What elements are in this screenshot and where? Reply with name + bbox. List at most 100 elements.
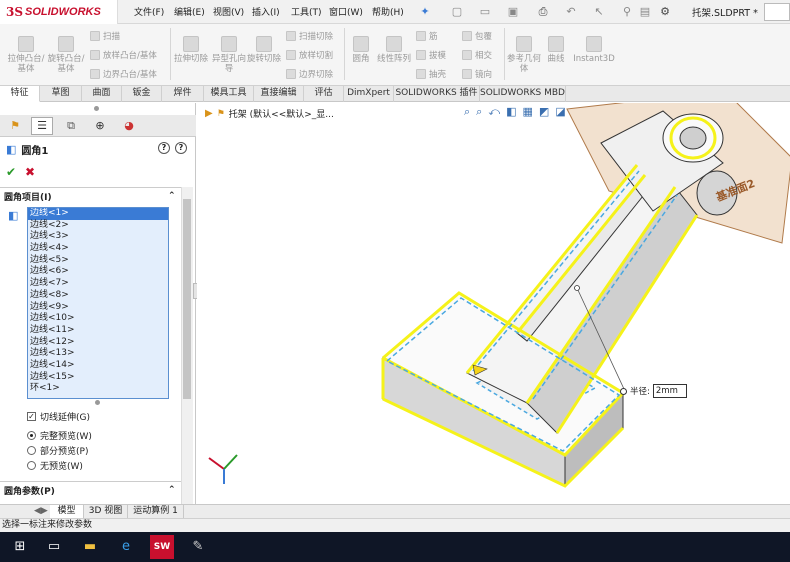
tab-weldments[interactable]: 焊件 bbox=[162, 86, 204, 102]
edge-list-item[interactable]: 边线<12> bbox=[28, 337, 168, 349]
tab-surfaces[interactable]: 曲面 bbox=[82, 86, 122, 102]
file-explorer-icon[interactable]: ▬ bbox=[78, 535, 102, 559]
edge-list-item[interactable]: 边线<1> bbox=[28, 208, 168, 220]
edge-list-item[interactable]: 边线<14> bbox=[28, 360, 168, 372]
fillet-button[interactable]: 圆角 bbox=[346, 36, 376, 64]
collapse-chevron-icon[interactable]: ⌃ bbox=[168, 191, 176, 201]
boundary-cut-button[interactable]: 边界切除 bbox=[286, 68, 333, 80]
tab-sketch[interactable]: 草图 bbox=[40, 86, 82, 102]
revolve-cut-button[interactable]: 旋转切除 bbox=[246, 36, 282, 64]
edge-list-item[interactable]: 边线<5> bbox=[28, 255, 168, 267]
save-icon[interactable]: ▣ bbox=[506, 5, 520, 19]
linear-pattern-button[interactable]: 线性阵列 bbox=[376, 36, 412, 64]
tangent-propagation-checkbox[interactable]: ✓ 切线延伸(G) bbox=[27, 410, 90, 423]
loft-boss-button[interactable]: 放样凸台/基体 bbox=[90, 49, 157, 61]
select-icon[interactable]: ↖ bbox=[592, 5, 606, 19]
fillet-items-section-header[interactable]: 圆角项目(I) ⌃ bbox=[0, 187, 181, 205]
tab-evaluate[interactable]: 评估 bbox=[304, 86, 344, 102]
boundary-boss-button[interactable]: 边界凸台/基体 bbox=[90, 68, 157, 80]
intersect-button[interactable]: 相交 bbox=[462, 49, 492, 61]
cancel-x-icon[interactable]: ✖ bbox=[25, 165, 35, 179]
dimxpert-tab-icon[interactable]: ⊕ bbox=[89, 117, 111, 135]
tab-features[interactable]: 特征 bbox=[0, 86, 40, 102]
model-canvas[interactable] bbox=[197, 103, 790, 518]
menu-insert[interactable]: 插入(I) bbox=[252, 5, 280, 18]
solidworks-taskbar-icon[interactable]: SW bbox=[150, 535, 174, 559]
revolve-boss-button[interactable]: 旋转凸台/基体 bbox=[46, 36, 86, 74]
edge-list-item[interactable]: 边线<6> bbox=[28, 266, 168, 278]
print-icon[interactable]: ⎙ bbox=[536, 5, 550, 19]
wrap-button[interactable]: 包覆 bbox=[462, 30, 492, 42]
checkbox-icon[interactable]: ✓ bbox=[27, 412, 36, 421]
radio-icon[interactable] bbox=[27, 446, 36, 455]
file-props-icon[interactable]: ▤ bbox=[638, 5, 652, 19]
edge-list-item[interactable]: 边线<11> bbox=[28, 325, 168, 337]
new-icon[interactable]: ▢ bbox=[450, 5, 464, 19]
shell-button[interactable]: 抽壳 bbox=[416, 68, 446, 80]
edge-list-item[interactable]: 边线<15> bbox=[28, 372, 168, 384]
tab-dimxpert[interactable]: DimXpert bbox=[344, 86, 394, 102]
tab-motion-study[interactable]: 运动算例 1 bbox=[128, 505, 184, 519]
windows-start-icon[interactable]: ⊞ bbox=[8, 535, 32, 559]
zoom-fit-icon[interactable]: ⌕ bbox=[464, 105, 470, 119]
tab-scroll-arrows-icon[interactable]: ◀▶ bbox=[34, 506, 48, 516]
boss-hole[interactable] bbox=[679, 126, 707, 150]
search-help-box[interactable] bbox=[764, 3, 790, 21]
edge-list-item[interactable]: 边线<8> bbox=[28, 290, 168, 302]
swept-cut-button[interactable]: 扫描切除 bbox=[286, 30, 333, 42]
undo-icon[interactable]: ↶ bbox=[564, 5, 578, 19]
feature-tree-tab-icon[interactable]: ⚑ bbox=[4, 117, 26, 135]
display-style-icon[interactable]: ◪ bbox=[555, 105, 565, 119]
tab-addins[interactable]: SOLIDWORKS 插件 bbox=[394, 86, 480, 102]
expand-arrow-icon[interactable]: ▶ bbox=[205, 108, 213, 119]
help-icon[interactable]: ? bbox=[158, 142, 170, 154]
lofted-cut-button[interactable]: 放样切割 bbox=[286, 49, 333, 61]
fillet-parameters-section-header[interactable]: 圆角参数(P) ⌃ bbox=[0, 481, 181, 499]
options-gear-icon[interactable]: ⚙ bbox=[658, 5, 672, 19]
menu-help[interactable]: 帮助(H) bbox=[372, 5, 404, 18]
extrude-cut-button[interactable]: 拉伸切除 bbox=[172, 36, 210, 64]
whats-wrong-icon[interactable]: ? bbox=[175, 142, 187, 154]
menu-window[interactable]: 窗口(W) bbox=[329, 5, 363, 18]
sweep-button[interactable]: 扫描 bbox=[90, 30, 120, 42]
section-view-icon[interactable]: ◧ bbox=[506, 105, 516, 119]
tab-mold-tools[interactable]: 模具工具 bbox=[204, 86, 254, 102]
edge-list-item[interactable]: 边线<3> bbox=[28, 231, 168, 243]
partial-preview-radio[interactable]: 部分预览(P) bbox=[27, 444, 88, 457]
graphics-viewport[interactable]: 基准面2 半径: 2mm ⌕ ⌕ ⤺ ◧ ▦ ◩ ◪ bbox=[197, 103, 790, 518]
ok-check-icon[interactable]: ✔ bbox=[6, 165, 16, 179]
edge-selection-list[interactable]: 边线<1> 边线<2> 边线<3> 边线<4> 边线<5> 边线<6> 边线<7> 边线<8>… bbox=[27, 207, 169, 399]
dynamic-annotation-icon[interactable]: ▦ bbox=[523, 105, 533, 119]
panel-scrollbar-thumb[interactable] bbox=[183, 199, 191, 399]
curves-button[interactable]: 曲线 bbox=[542, 36, 570, 64]
menu-tools[interactable]: 工具(T) bbox=[291, 5, 322, 18]
open-icon[interactable]: ▭ bbox=[478, 5, 492, 19]
edge-list-item[interactable]: 边线<2> bbox=[28, 220, 168, 232]
instant3d-button[interactable]: Instant3D bbox=[572, 36, 616, 64]
task-view-icon[interactable]: ▭ bbox=[42, 535, 66, 559]
full-preview-radio[interactable]: 完整预览(W) bbox=[27, 429, 92, 442]
edge-list-item[interactable]: 环<1> bbox=[28, 383, 168, 395]
extrude-boss-button[interactable]: 拉伸凸台/基体 bbox=[6, 36, 46, 74]
rib-button[interactable]: 筋 bbox=[416, 30, 438, 42]
edge-list-item[interactable]: 边线<7> bbox=[28, 278, 168, 290]
property-manager-tab-icon[interactable]: ☰ bbox=[31, 117, 53, 135]
paint-app-icon[interactable]: ✎ bbox=[186, 535, 210, 559]
rebuild-icon[interactable]: ⚲ bbox=[620, 5, 634, 19]
reference-geometry-button[interactable]: 参考几何体 bbox=[506, 36, 542, 74]
edge-list-item[interactable]: 边线<4> bbox=[28, 243, 168, 255]
radio-icon[interactable] bbox=[27, 431, 36, 440]
view-orientation-icon[interactable]: ◩ bbox=[539, 105, 549, 119]
panel-splitter-handle[interactable] bbox=[94, 106, 99, 111]
previous-view-icon[interactable]: ⤺ bbox=[488, 105, 500, 119]
menu-view[interactable]: 视图(V) bbox=[213, 5, 244, 18]
edge-list-item[interactable]: 边线<10> bbox=[28, 313, 168, 325]
tab-sheet-metal[interactable]: 钣金 bbox=[122, 86, 162, 102]
solidworks-logo[interactable]: 3S SOLIDWORKS bbox=[0, 0, 118, 24]
tab-model[interactable]: 模型 bbox=[50, 505, 84, 519]
mirror-button[interactable]: 镜向 bbox=[462, 68, 492, 80]
configuration-tab-icon[interactable]: ⧉ bbox=[60, 117, 82, 135]
list-resize-handle[interactable] bbox=[95, 400, 100, 405]
radius-input[interactable]: 2mm bbox=[652, 384, 687, 398]
tab-3d-views[interactable]: 3D 视图 bbox=[84, 505, 128, 519]
